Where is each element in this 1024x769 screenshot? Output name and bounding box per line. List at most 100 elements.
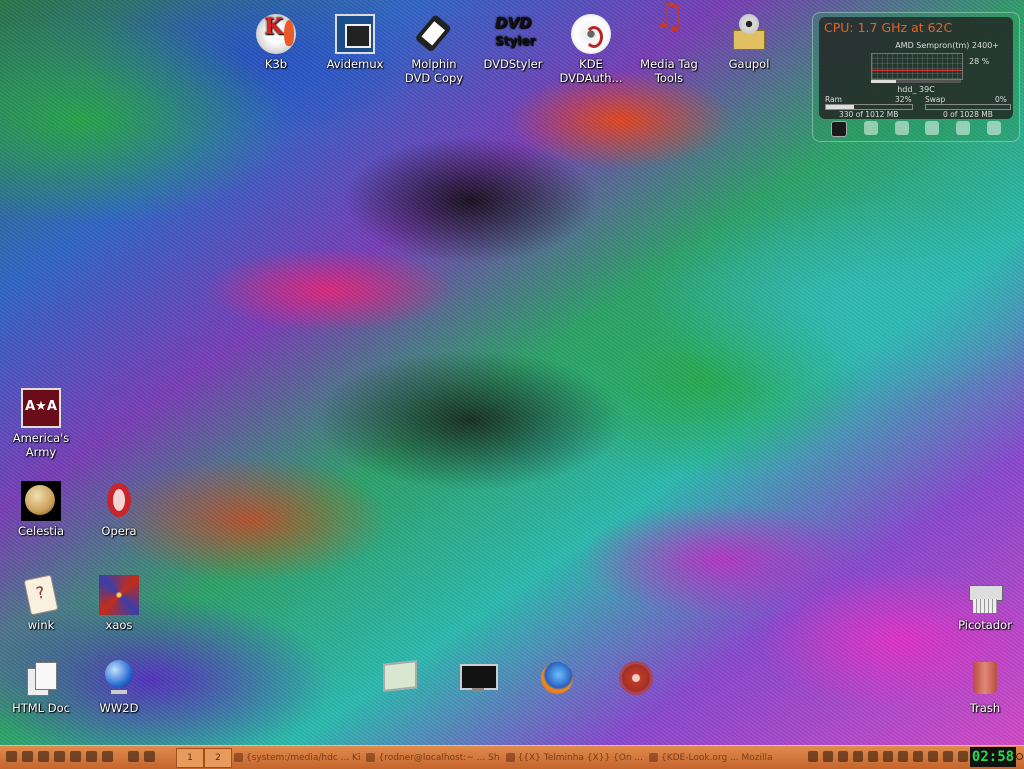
documents-icon (21, 658, 61, 698)
tray-app-icon[interactable] (838, 751, 848, 762)
konsole-icon[interactable] (38, 751, 49, 762)
swap-label: Swap (925, 95, 946, 104)
dvdstyler-desktop-icon[interactable]: DVD Styler (469, 14, 557, 71)
task-button[interactable]: {KDE-Look.org ... Mozilla (649, 749, 773, 766)
system-monitor-panel: CPU: 1.7 GHz at 62C AMD Sempron(tm) 2400… (819, 17, 1013, 119)
icon-label: K3b (264, 57, 288, 71)
americas-army-desktop-icon[interactable]: America's Army (0, 388, 85, 459)
music-notes-icon (649, 10, 689, 54)
system-tray (808, 751, 968, 762)
browser-icon[interactable] (54, 751, 65, 762)
tray-app-icon[interactable] (898, 751, 908, 762)
widget-launcher-bar (831, 121, 1001, 137)
molphin-dvd-copy-desktop-icon[interactable]: Molphin DVD Copy (390, 14, 478, 85)
k3b-desktop-icon[interactable]: K3b (232, 14, 320, 71)
americas-army-icon (21, 388, 61, 428)
tray-app-icon[interactable] (823, 751, 833, 762)
icon-label: Army (25, 445, 57, 459)
terminal-icon (366, 753, 376, 762)
shredder-icon (965, 575, 1005, 615)
tray-app-icon[interactable] (913, 751, 923, 762)
pen-icon[interactable] (102, 751, 113, 762)
hdd-temperature: hdd_ 39C (897, 85, 935, 94)
task-button[interactable]: {{X} Telminha {X}} {On ... (505, 749, 643, 766)
cdrom-icon[interactable] (986, 121, 1001, 135)
cpu-model: AMD Sempron(tm) 2400+ (895, 41, 999, 50)
tray-app-icon[interactable] (808, 751, 818, 762)
icon-label: Trash (969, 701, 1001, 715)
terminal-desktop-icon[interactable] (434, 658, 522, 701)
trash-desktop-icon[interactable]: Trash (941, 658, 1024, 715)
system-monitor-widget[interactable]: CPU: 1.7 GHz at 62C AMD Sempron(tm) 2400… (812, 12, 1020, 142)
terminal-icon (458, 658, 498, 698)
kde-dvdauthor-desktop-icon[interactable]: KDE DVDAuth... (547, 14, 635, 85)
picotador-desktop-icon[interactable]: Picotador (941, 575, 1024, 632)
media-tag-tools-desktop-icon[interactable]: Media Tag Tools (625, 10, 713, 85)
cpu-load-bar-fill (871, 80, 897, 83)
kmenu-icon[interactable] (6, 751, 17, 762)
opera-desktop-icon[interactable]: Opera (75, 481, 163, 538)
icon-label: Media Tag (640, 57, 698, 71)
icon-label: Opera (101, 524, 137, 538)
tray-app-icon[interactable] (943, 751, 953, 762)
icon-label: WW2D (99, 701, 139, 715)
wink-desktop-icon[interactable]: wink (0, 575, 85, 632)
task-label: {KDE-Look.org ... Mozilla (661, 752, 773, 763)
avidemux-desktop-icon[interactable]: Avidemux (311, 14, 399, 71)
pager-desktop-2[interactable]: 2 (204, 748, 232, 768)
icon-label: Celestia (17, 524, 65, 538)
folder-icon (234, 753, 243, 762)
gaupol-icon (729, 14, 769, 54)
avidemux-icon (335, 14, 375, 54)
html-doc-desktop-icon[interactable]: HTML Doc (0, 658, 85, 715)
digital-clock[interactable]: 02:58 (970, 747, 1016, 767)
icon-label: Gaupol (728, 57, 770, 71)
editor-icon[interactable] (70, 751, 81, 762)
kde-panel-taskbar: 1 2 {system:/media/hdc ... Ki {rodner@lo… (0, 745, 1024, 769)
panel-handle-icon[interactable] (1016, 753, 1023, 760)
trash-icon (965, 658, 1005, 698)
tray-app-icon[interactable] (958, 751, 968, 762)
kde-gear-icon[interactable] (831, 121, 847, 137)
task-button[interactable]: {rodner@localhost:~ ... Sh (366, 749, 500, 766)
globe-icon (99, 658, 139, 698)
ram-usage-bar-fill (826, 105, 854, 109)
drive-icon[interactable] (863, 121, 878, 135)
show-desktop-icon[interactable] (128, 751, 139, 762)
task-label: {{X} Telminha {X}} {On ... (517, 752, 643, 763)
xaos-desktop-icon[interactable]: xaos (75, 575, 163, 632)
swap-percent: 0% (995, 95, 1007, 104)
desktop-wallpaper[interactable]: K3b Avidemux Molphin DVD Copy DVDStyler … (0, 0, 1024, 745)
tray-app-icon[interactable] (853, 751, 863, 762)
tray-app-icon[interactable] (868, 751, 878, 762)
cpu-frequency-title: CPU: 1.7 GHz at 62C (824, 20, 953, 35)
clock-icon[interactable] (956, 121, 971, 135)
dvdstyler-icon (493, 14, 535, 54)
gear-icon (616, 658, 656, 698)
ww2d-desktop-icon[interactable]: WW2D (75, 658, 163, 715)
computer-icon[interactable] (925, 121, 940, 135)
kde-dvdauthor-icon (571, 14, 611, 54)
opera-icon (99, 481, 139, 521)
icon-label: Picotador (958, 618, 1012, 632)
task-button[interactable]: {system:/media/hdc ... Ki (234, 749, 360, 766)
cpu-load-percent: 28 % (969, 57, 990, 66)
network-icon[interactable] (894, 121, 909, 135)
icon-label: Avidemux (326, 57, 384, 71)
screensaver-icon[interactable] (144, 751, 155, 762)
settings-desktop-icon[interactable] (592, 658, 680, 701)
icon-label: Tools (654, 71, 684, 85)
gaupol-desktop-icon[interactable]: Gaupol (705, 14, 793, 71)
tray-app-icon[interactable] (883, 751, 893, 762)
pager-desktop-1[interactable]: 1 (176, 748, 204, 768)
monitor-desktop-icon[interactable] (355, 658, 443, 701)
help-icon[interactable] (86, 751, 97, 762)
firefox-icon (537, 658, 577, 698)
browser-icon (649, 753, 658, 762)
tray-app-icon[interactable] (928, 751, 938, 762)
firefox-desktop-icon[interactable] (513, 658, 601, 701)
home-icon[interactable] (22, 751, 33, 762)
k3b-icon (256, 14, 296, 54)
monitor-icon (379, 658, 419, 698)
celestia-desktop-icon[interactable]: Celestia (0, 481, 85, 538)
